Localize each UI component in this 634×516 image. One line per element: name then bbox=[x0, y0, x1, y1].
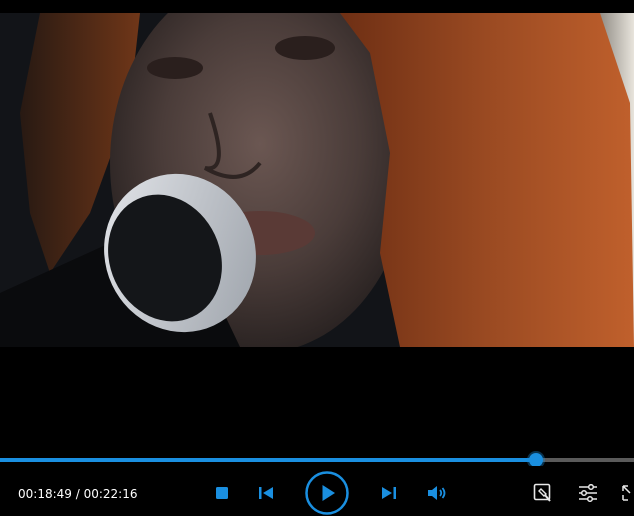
time-display: 00:18:49 / 00:22:16 bbox=[18, 487, 137, 501]
time-separator: / bbox=[71, 487, 84, 501]
video-frame bbox=[0, 13, 634, 347]
video-frame-image bbox=[0, 13, 634, 347]
control-bar: 00:18:49 / 00:22:16 bbox=[0, 466, 634, 516]
play-icon bbox=[305, 471, 349, 515]
tools-button[interactable] bbox=[532, 482, 554, 504]
stop-icon bbox=[216, 487, 228, 499]
video-area[interactable] bbox=[0, 0, 634, 455]
settings-button[interactable] bbox=[577, 482, 599, 504]
skip-previous-icon bbox=[259, 487, 273, 499]
next-button[interactable] bbox=[379, 483, 399, 503]
screenshot-tools-icon bbox=[533, 483, 551, 502]
equalizer-settings-icon bbox=[579, 484, 597, 502]
total-time: 00:22:16 bbox=[83, 487, 138, 501]
skip-next-icon bbox=[382, 487, 396, 499]
volume-button[interactable] bbox=[426, 483, 448, 503]
seek-bar[interactable] bbox=[0, 453, 634, 467]
previous-button[interactable] bbox=[256, 483, 276, 503]
play-button[interactable] bbox=[305, 471, 349, 515]
seek-thumb[interactable] bbox=[528, 453, 543, 467]
fullscreen-button[interactable] bbox=[620, 482, 634, 504]
current-time: 00:18:49 bbox=[18, 487, 72, 501]
volume-icon bbox=[428, 486, 446, 500]
stop-button[interactable] bbox=[212, 483, 232, 503]
fullscreen-icon bbox=[622, 485, 631, 501]
seek-progress bbox=[0, 458, 536, 462]
